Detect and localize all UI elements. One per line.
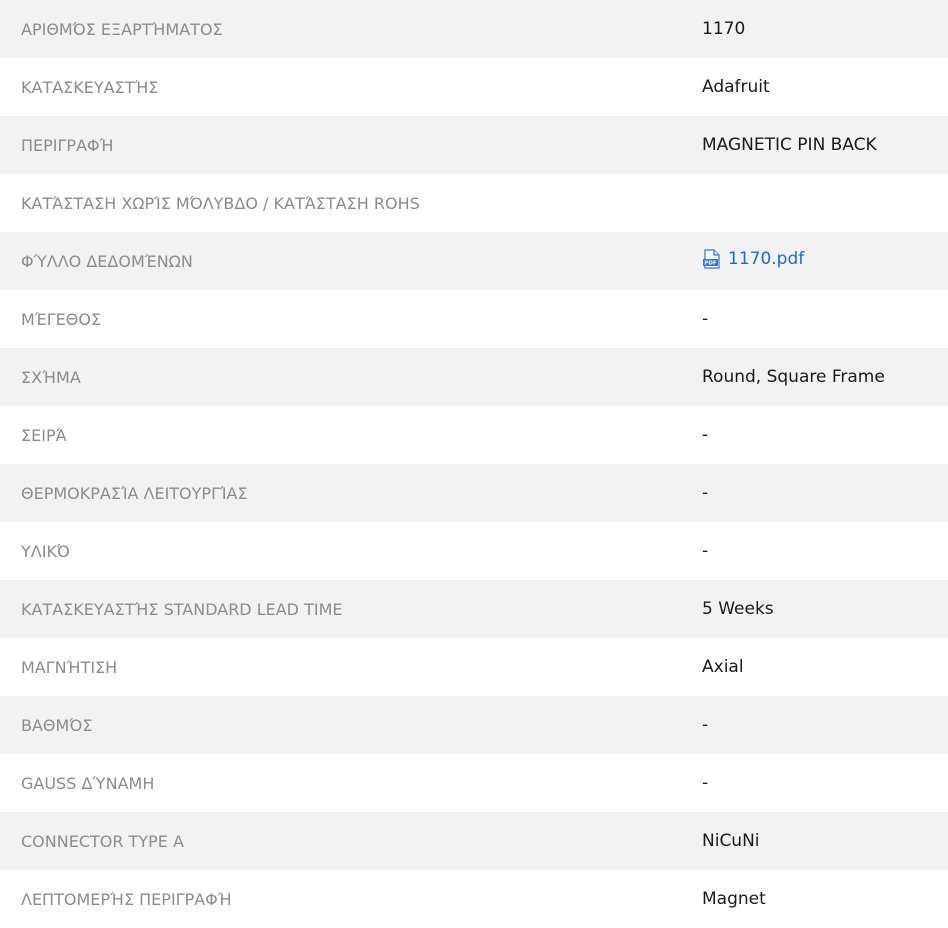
spec-value: 1170 — [702, 19, 746, 39]
spec-label: ΒΑΘΜΌΣ — [21, 715, 93, 735]
spec-row-shape: ΣΧΉΜΑ Round, Square Frame — [0, 348, 948, 406]
spec-row-material: ΥΛΙΚΌ - — [0, 522, 948, 580]
spec-row-lead-time: ΚΑΤΑΣΚΕΥΑΣΤΉΣ STANDARD LEAD TIME 5 Weeks — [0, 580, 948, 638]
spec-label: ΣΕΙΡΆ — [21, 425, 67, 445]
spec-value: Adafruit — [702, 77, 770, 97]
spec-value: Axial — [702, 657, 744, 677]
spec-label: ΥΛΙΚΌ — [21, 541, 70, 561]
spec-row-series: ΣΕΙΡΆ - — [0, 406, 948, 464]
spec-row-detailed-description: ΛΕΠΤΟΜΕΡΉΣ ΠΕΡΙΓΡΑΦΉ Magnet — [0, 870, 948, 928]
pdf-file-icon: PDF — [702, 248, 722, 269]
spec-row-datasheet: ΦΎΛΛΟ ΔΕΔΟΜΈΝΩΝ PDF 1170.pdf — [0, 232, 948, 290]
datasheet-link-text: 1170.pdf — [728, 248, 805, 269]
spec-row-gauss-strength: GAUSS ΔΎΝΑΜΗ - — [0, 754, 948, 812]
spec-label: ΠΕΡΙΓΡΑΦΉ — [21, 135, 114, 155]
spec-row-grade: ΒΑΘΜΌΣ - — [0, 696, 948, 754]
spec-row-magnetization: ΜΑΓΝΉΤΙΣΗ Axial — [0, 638, 948, 696]
spec-label: ΚΑΤΆΣΤΑΣΗ ΧΩΡΊΣ ΜΌΛΥΒΔΟ / ΚΑΤΆΣΤΑΣΗ ROHS — [21, 193, 420, 213]
spec-value: MAGNETIC PIN BACK — [702, 135, 877, 155]
spec-label: CONNECTOR TYPE A — [21, 831, 184, 851]
spec-value: - — [702, 483, 709, 503]
spec-value: NiCuNi — [702, 831, 760, 851]
spec-value: - — [702, 309, 709, 329]
spec-value: - — [702, 425, 709, 445]
spec-value: - — [702, 715, 709, 735]
spec-label: ΚΑΤΑΣΚΕΥΑΣΤΉΣ — [21, 77, 159, 97]
datasheet-link[interactable]: PDF 1170.pdf — [702, 249, 804, 269]
spec-value: PDF 1170.pdf — [702, 249, 948, 274]
spec-label: ΚΑΤΑΣΚΕΥΑΣΤΉΣ STANDARD LEAD TIME — [21, 599, 343, 619]
spec-value: Round, Square Frame — [702, 367, 885, 387]
spec-label: ΑΡΙΘΜΌΣ ΕΞΑΡΤΉΜΑΤΟΣ — [21, 19, 223, 39]
spec-row-lead-free-rohs-status: ΚΑΤΆΣΤΑΣΗ ΧΩΡΊΣ ΜΌΛΥΒΔΟ / ΚΑΤΆΣΤΑΣΗ ROHS — [0, 174, 948, 232]
spec-label: ΘΕΡΜΟΚΡΑΣΊΑ ΛΕΙΤΟΥΡΓΊΑΣ — [21, 483, 248, 503]
spec-label: ΜΈΓΕΘΟΣ — [21, 309, 102, 329]
spec-row-size: ΜΈΓΕΘΟΣ - — [0, 290, 948, 348]
spec-row-part-number: ΑΡΙΘΜΌΣ ΕΞΑΡΤΉΜΑΤΟΣ 1170 — [0, 0, 948, 58]
spec-label: ΛΕΠΤΟΜΕΡΉΣ ΠΕΡΙΓΡΑΦΉ — [21, 889, 232, 909]
spec-label: GAUSS ΔΎΝΑΜΗ — [21, 773, 155, 793]
spec-value: - — [702, 773, 709, 793]
spec-label: ΜΑΓΝΉΤΙΣΗ — [21, 657, 118, 677]
spec-row-description: ΠΕΡΙΓΡΑΦΉ MAGNETIC PIN BACK — [0, 116, 948, 174]
spec-row-operating-temperature: ΘΕΡΜΟΚΡΑΣΊΑ ΛΕΙΤΟΥΡΓΊΑΣ - — [0, 464, 948, 522]
spec-label: ΦΎΛΛΟ ΔΕΔΟΜΈΝΩΝ — [21, 251, 193, 271]
spec-row-manufacturer: ΚΑΤΑΣΚΕΥΑΣΤΉΣ Adafruit — [0, 58, 948, 116]
spec-value: Magnet — [702, 889, 766, 909]
svg-text:PDF: PDF — [704, 260, 717, 266]
spec-value: 5 Weeks — [702, 599, 774, 619]
product-spec-table: ΑΡΙΘΜΌΣ ΕΞΑΡΤΉΜΑΤΟΣ 1170 ΚΑΤΑΣΚΕΥΑΣΤΉΣ A… — [0, 0, 948, 928]
spec-value: - — [702, 541, 709, 561]
spec-row-connector-type-a: CONNECTOR TYPE A NiCuNi — [0, 812, 948, 870]
spec-label: ΣΧΉΜΑ — [21, 367, 81, 387]
